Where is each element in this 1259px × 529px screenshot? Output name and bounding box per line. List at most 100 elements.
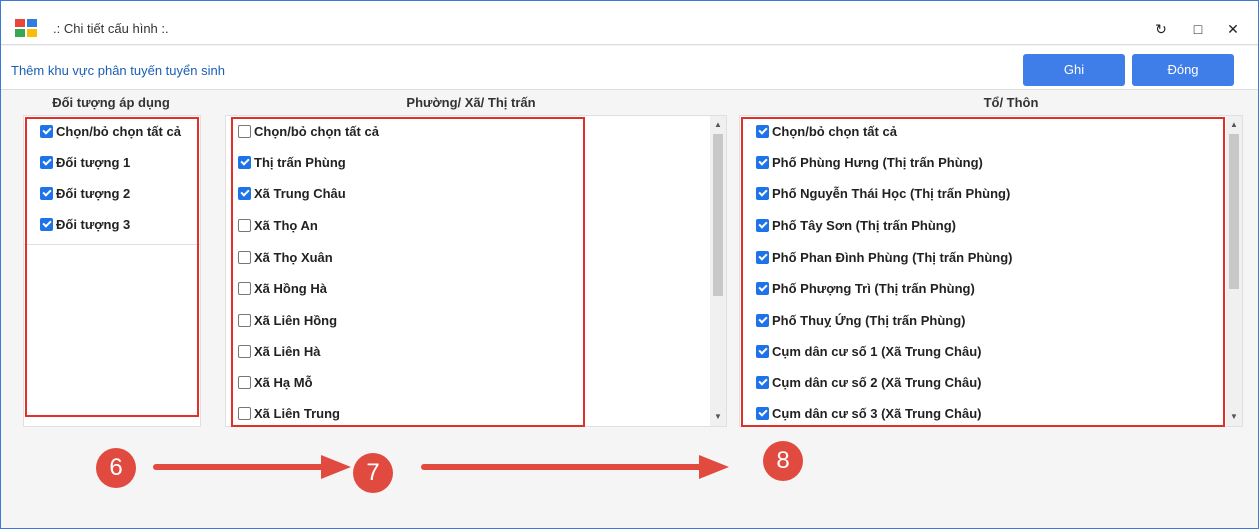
phuong-xa-item[interactable]: Thị trấn Phùng — [238, 155, 346, 170]
to-thon-list[interactable]: Chọn/bỏ chọn tất cả Phố Phùng Hưng (Thị … — [739, 115, 1243, 427]
scroll-thumb[interactable] — [1229, 134, 1239, 289]
checkbox[interactable] — [40, 218, 53, 231]
to-thon-item[interactable]: Cụm dân cư số 1 (Xã Trung Châu) — [756, 344, 982, 359]
phuong-xa-item[interactable]: Xã Trung Châu — [238, 186, 346, 201]
checkbox[interactable] — [756, 156, 769, 169]
checkbox[interactable] — [238, 345, 251, 358]
checkbox[interactable] — [756, 251, 769, 264]
checkbox[interactable] — [756, 314, 769, 327]
to-thon-item[interactable]: Cụm dân cư số 2 (Xã Trung Châu) — [756, 375, 982, 390]
checkbox[interactable] — [756, 125, 769, 138]
toolbar: Thêm khu vực phân tuyến tuyển sinh Ghi Đ… — [1, 46, 1258, 90]
to-thon-item[interactable]: Phố Nguyễn Thái Học (Thị trấn Phùng) — [756, 186, 1010, 201]
title-bar: .: Chi tiết cấu hình :. ↻ □ ✕ — [1, 1, 1258, 45]
item-label: Chọn/bỏ chọn tất cả — [772, 124, 897, 139]
checkbox[interactable] — [238, 187, 251, 200]
item-label: Xã Thọ Xuân — [254, 250, 333, 265]
step-marker-7: 7 — [353, 453, 393, 493]
to-thon-item[interactable]: Phố Thuỵ Ứng (Thị trấn Phùng) — [756, 313, 965, 328]
item-label: Chọn/bỏ chọn tất cả — [56, 124, 181, 139]
to-thon-header: Tổ/ Thôn — [983, 95, 1039, 110]
doi-tuong-item[interactable]: Chọn/bỏ chọn tất cả — [40, 124, 181, 139]
to-thon-item[interactable]: Phố Tây Sơn (Thị trấn Phùng) — [756, 218, 956, 233]
item-label: Đối tượng 2 — [56, 186, 131, 201]
config-detail-window: .: Chi tiết cấu hình :. ↻ □ ✕ Thêm khu v… — [0, 0, 1259, 529]
checkbox[interactable] — [756, 376, 769, 389]
phuong-xa-item[interactable]: Xã Liên Hà — [238, 344, 320, 359]
checkbox[interactable] — [238, 156, 251, 169]
item-label: Xã Hồng Hà — [254, 281, 327, 296]
doi-tuong-item[interactable]: Đối tượng 2 — [40, 186, 130, 201]
checkbox[interactable] — [756, 187, 769, 200]
divider — [24, 244, 200, 245]
doi-tuong-item[interactable]: Đối tượng 1 — [40, 155, 130, 170]
checkbox[interactable] — [756, 407, 769, 420]
step-marker-6: 6 — [96, 448, 136, 488]
item-label: Cụm dân cư số 1 (Xã Trung Châu) — [772, 344, 982, 359]
phuong-xa-list[interactable]: Chọn/bỏ chọn tất cả Thị trấn Phùng Xã Tr… — [225, 115, 727, 427]
item-label: Xã Liên Trung — [254, 406, 340, 421]
phuong-xa-scrollbar[interactable]: ▲ ▼ — [710, 116, 726, 426]
scroll-thumb[interactable] — [713, 134, 723, 296]
scroll-up-icon[interactable]: ▲ — [1226, 118, 1242, 132]
item-label: Phố Phượng Trì (Thị trấn Phùng) — [772, 281, 975, 296]
item-label: Đối tượng 3 — [56, 217, 131, 232]
checkbox[interactable] — [40, 187, 53, 200]
arrow-head-icon — [699, 455, 729, 479]
checkbox[interactable] — [238, 282, 251, 295]
doi-tuong-item[interactable]: Đối tượng 3 — [40, 217, 130, 232]
checkbox[interactable] — [238, 407, 251, 420]
checkbox[interactable] — [40, 156, 53, 169]
close-button[interactable]: Đóng — [1132, 54, 1234, 86]
phuong-xa-item[interactable]: Xã Thọ An — [238, 218, 318, 233]
doi-tuong-header: Đối tượng áp dụng — [52, 95, 170, 110]
scroll-down-icon[interactable]: ▼ — [1226, 410, 1242, 424]
checkbox[interactable] — [238, 251, 251, 264]
to-thon-item[interactable]: Phố Phùng Hưng (Thị trấn Phùng) — [756, 155, 983, 170]
item-label: Xã Thọ An — [254, 218, 318, 233]
maximize-icon[interactable]: □ — [1188, 21, 1208, 37]
item-label: Phố Thuỵ Ứng (Thị trấn Phùng) — [772, 313, 966, 328]
checkbox[interactable] — [756, 345, 769, 358]
item-label: Thị trấn Phùng — [254, 155, 346, 170]
item-label: Xã Hạ Mỗ — [254, 375, 313, 390]
app-logo-icon — [15, 19, 37, 37]
arrow-line — [153, 464, 338, 470]
item-label: Phố Phan Đình Phùng (Thị trấn Phùng) — [772, 250, 1013, 265]
phuong-xa-item[interactable]: Xã Hồng Hà — [238, 281, 327, 296]
checkbox[interactable] — [756, 219, 769, 232]
item-label: Xã Liên Hà — [254, 344, 321, 359]
checkbox[interactable] — [238, 376, 251, 389]
item-label: Xã Liên Hồng — [254, 313, 338, 328]
window-title: .: Chi tiết cấu hình :. — [53, 21, 169, 36]
item-label: Cụm dân cư số 2 (Xã Trung Châu) — [772, 375, 982, 390]
checkbox[interactable] — [238, 125, 251, 138]
item-label: Cụm dân cư số 3 (Xã Trung Châu) — [772, 406, 982, 421]
phuong-xa-item[interactable]: Xã Liên Hồng — [238, 313, 337, 328]
scroll-down-icon[interactable]: ▼ — [710, 410, 726, 424]
to-thon-item[interactable]: Phố Phượng Trì (Thị trấn Phùng) — [756, 281, 975, 296]
phuong-xa-item[interactable]: Xã Liên Trung — [238, 406, 340, 421]
item-label: Chọn/bỏ chọn tất cả — [254, 124, 379, 139]
to-thon-item[interactable]: Chọn/bỏ chọn tất cả — [756, 124, 897, 139]
phuong-xa-item[interactable]: Xã Thọ Xuân — [238, 250, 333, 265]
checkbox[interactable] — [238, 314, 251, 327]
refresh-icon[interactable]: ↻ — [1151, 21, 1171, 37]
close-icon[interactable]: ✕ — [1223, 21, 1243, 37]
to-thon-item[interactable]: Cụm dân cư số 3 (Xã Trung Châu) — [756, 406, 982, 421]
to-thon-item[interactable]: Phố Phan Đình Phùng (Thị trấn Phùng) — [756, 250, 1012, 265]
step-marker-8: 8 — [763, 441, 803, 481]
phuong-xa-item[interactable]: Xã Hạ Mỗ — [238, 375, 313, 390]
to-thon-scrollbar[interactable]: ▲ ▼ — [1226, 116, 1242, 426]
item-label: Phố Tây Sơn (Thị trấn Phùng) — [772, 218, 957, 233]
scroll-up-icon[interactable]: ▲ — [710, 118, 726, 132]
doi-tuong-list[interactable]: Chọn/bỏ chọn tất cả Đối tượng 1 Đối tượn… — [23, 115, 201, 427]
phuong-xa-item[interactable]: Chọn/bỏ chọn tất cả — [238, 124, 379, 139]
item-label: Xã Trung Châu — [254, 186, 346, 201]
item-label: Đối tượng 1 — [56, 155, 131, 170]
save-button[interactable]: Ghi — [1023, 54, 1125, 86]
checkbox[interactable] — [40, 125, 53, 138]
checkbox[interactable] — [756, 282, 769, 295]
checkbox[interactable] — [238, 219, 251, 232]
item-label: Phố Phùng Hưng (Thị trấn Phùng) — [772, 155, 983, 170]
